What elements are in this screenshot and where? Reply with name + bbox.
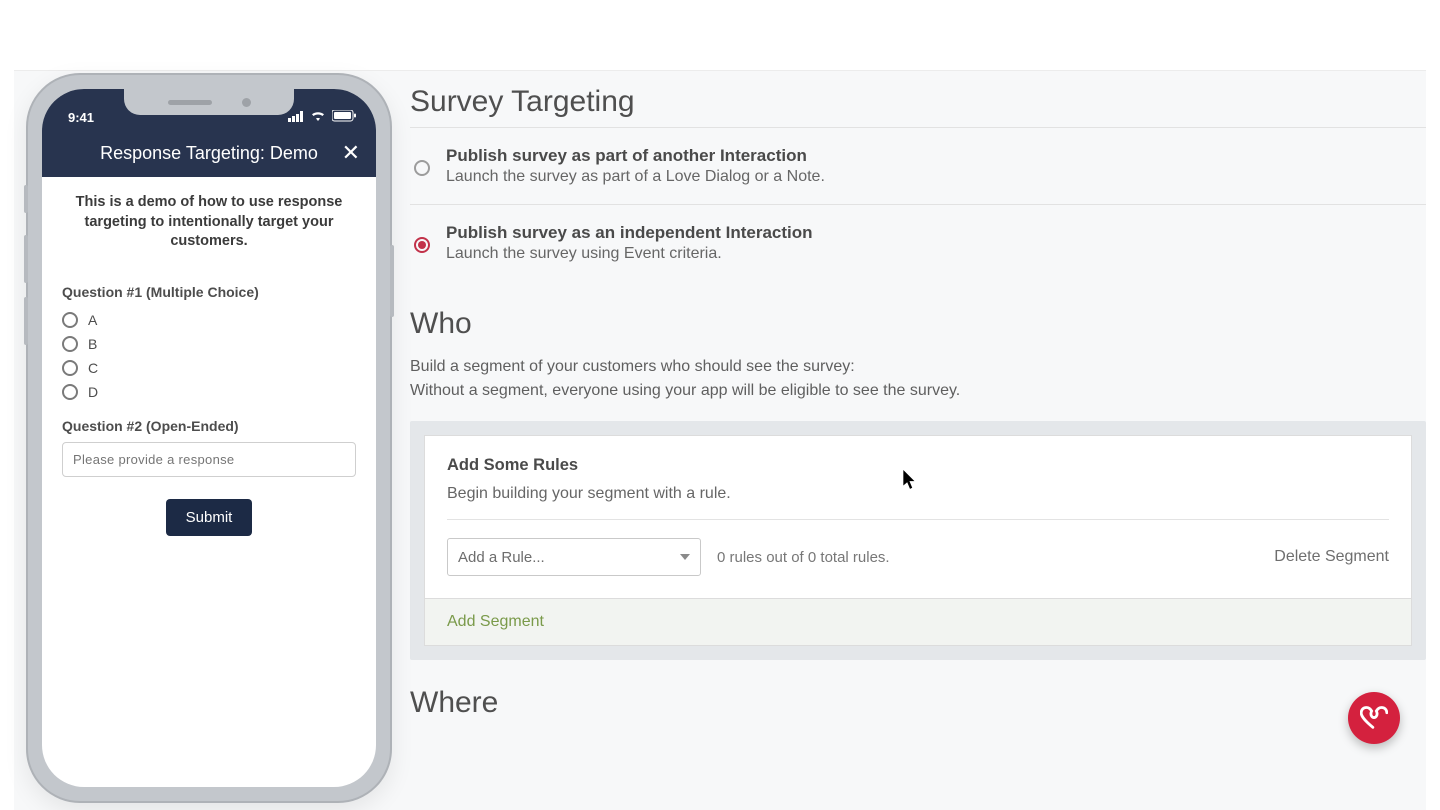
select-label: Add a Rule... bbox=[458, 549, 545, 566]
segment-builder: Add Some Rules Begin building your segme… bbox=[410, 421, 1426, 660]
option-title: Publish survey as part of another Intera… bbox=[446, 146, 825, 166]
survey-body: This is a demo of how to use response ta… bbox=[42, 177, 376, 552]
option-subtitle: Launch the survey as part of a Love Dial… bbox=[446, 168, 825, 186]
phone-side-button bbox=[24, 185, 28, 213]
phone-side-button bbox=[24, 235, 28, 283]
who-section-title: Who bbox=[410, 307, 1426, 341]
add-segment-button[interactable]: Add Segment bbox=[424, 599, 1412, 646]
phone-side-button bbox=[390, 245, 394, 317]
battery-icon bbox=[332, 110, 356, 125]
segment-subtitle: Begin building your segment with a rule. bbox=[447, 485, 1389, 503]
cursor-icon bbox=[903, 470, 917, 490]
rule-count-text: 0 rules out of 0 total rules. bbox=[717, 549, 890, 566]
chevron-down-icon bbox=[680, 554, 690, 560]
choice-option[interactable]: B bbox=[62, 332, 356, 356]
phone-side-button bbox=[24, 297, 28, 345]
phone-screen: 9:41 Response Targeting: D bbox=[42, 89, 376, 787]
survey-header: Response Targeting: Demo ✕ bbox=[42, 129, 376, 177]
option-title: Publish survey as an independent Interac… bbox=[446, 223, 813, 243]
choice-option[interactable]: A bbox=[62, 308, 356, 332]
segment-card: Add Some Rules Begin building your segme… bbox=[424, 435, 1412, 599]
radio-icon bbox=[62, 312, 78, 328]
choice-label: B bbox=[88, 336, 97, 352]
divider bbox=[447, 519, 1389, 520]
submit-button[interactable]: Submit bbox=[166, 499, 253, 536]
wifi-icon bbox=[310, 110, 326, 125]
choice-label: D bbox=[88, 384, 98, 400]
radio-icon bbox=[62, 336, 78, 352]
survey-intro: This is a demo of how to use response ta… bbox=[62, 193, 356, 270]
choice-label: C bbox=[88, 360, 98, 376]
radio-icon bbox=[62, 384, 78, 400]
publish-option[interactable]: Publish survey as an independent Interac… bbox=[410, 204, 1426, 281]
targeting-panel: Survey Targeting Publish survey as part … bbox=[410, 71, 1426, 810]
radio-icon bbox=[414, 160, 430, 176]
open-ended-input[interactable] bbox=[62, 442, 356, 477]
survey-header-title: Response Targeting: Demo bbox=[100, 143, 318, 164]
option-subtitle: Launch the survey using Event criteria. bbox=[446, 245, 813, 263]
choice-option[interactable]: C bbox=[62, 356, 356, 380]
heart-icon bbox=[1360, 704, 1388, 732]
segment-title: Add Some Rules bbox=[447, 456, 1389, 475]
question-2-label: Question #2 (Open-Ended) bbox=[62, 418, 356, 434]
where-section-title: Where bbox=[410, 686, 1426, 720]
phone-frame: 9:41 Response Targeting: D bbox=[26, 73, 392, 803]
delete-segment-button[interactable]: Delete Segment bbox=[1274, 548, 1389, 566]
close-icon[interactable]: ✕ bbox=[342, 142, 360, 164]
add-rule-select[interactable]: Add a Rule... bbox=[447, 538, 701, 576]
signal-icon bbox=[288, 110, 304, 125]
device-preview: 9:41 Response Targeting: D bbox=[14, 71, 410, 810]
radio-icon bbox=[414, 237, 430, 253]
choice-label: A bbox=[88, 312, 97, 328]
page-title: Survey Targeting bbox=[410, 81, 1426, 127]
choice-option[interactable]: D bbox=[62, 380, 356, 404]
question-1-label: Question #1 (Multiple Choice) bbox=[62, 284, 356, 300]
who-section-desc: Build a segment of your customers who sh… bbox=[410, 355, 1426, 403]
radio-icon bbox=[62, 360, 78, 376]
phone-notch bbox=[124, 89, 294, 115]
help-fab[interactable] bbox=[1348, 692, 1400, 744]
publish-option[interactable]: Publish survey as part of another Intera… bbox=[410, 127, 1426, 204]
